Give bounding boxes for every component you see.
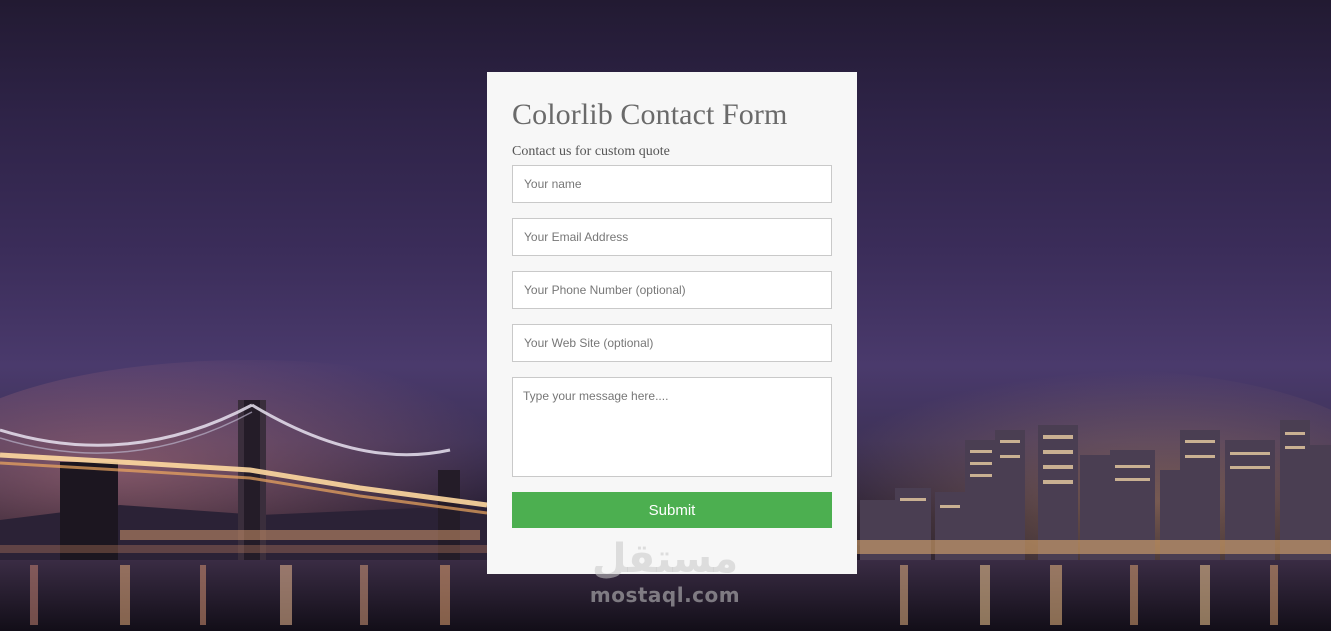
phone-input[interactable] <box>512 271 832 309</box>
form-subtitle: Contact us for custom quote <box>512 144 670 159</box>
name-input[interactable] <box>512 165 832 203</box>
contact-form-card: Colorlib Contact Form Contact us for cus… <box>487 72 857 574</box>
form-title: Colorlib Contact Form <box>512 98 788 131</box>
website-input[interactable] <box>512 324 832 362</box>
message-textarea[interactable] <box>512 377 832 477</box>
email-input[interactable] <box>512 218 832 256</box>
submit-button[interactable]: Submit <box>512 492 832 528</box>
